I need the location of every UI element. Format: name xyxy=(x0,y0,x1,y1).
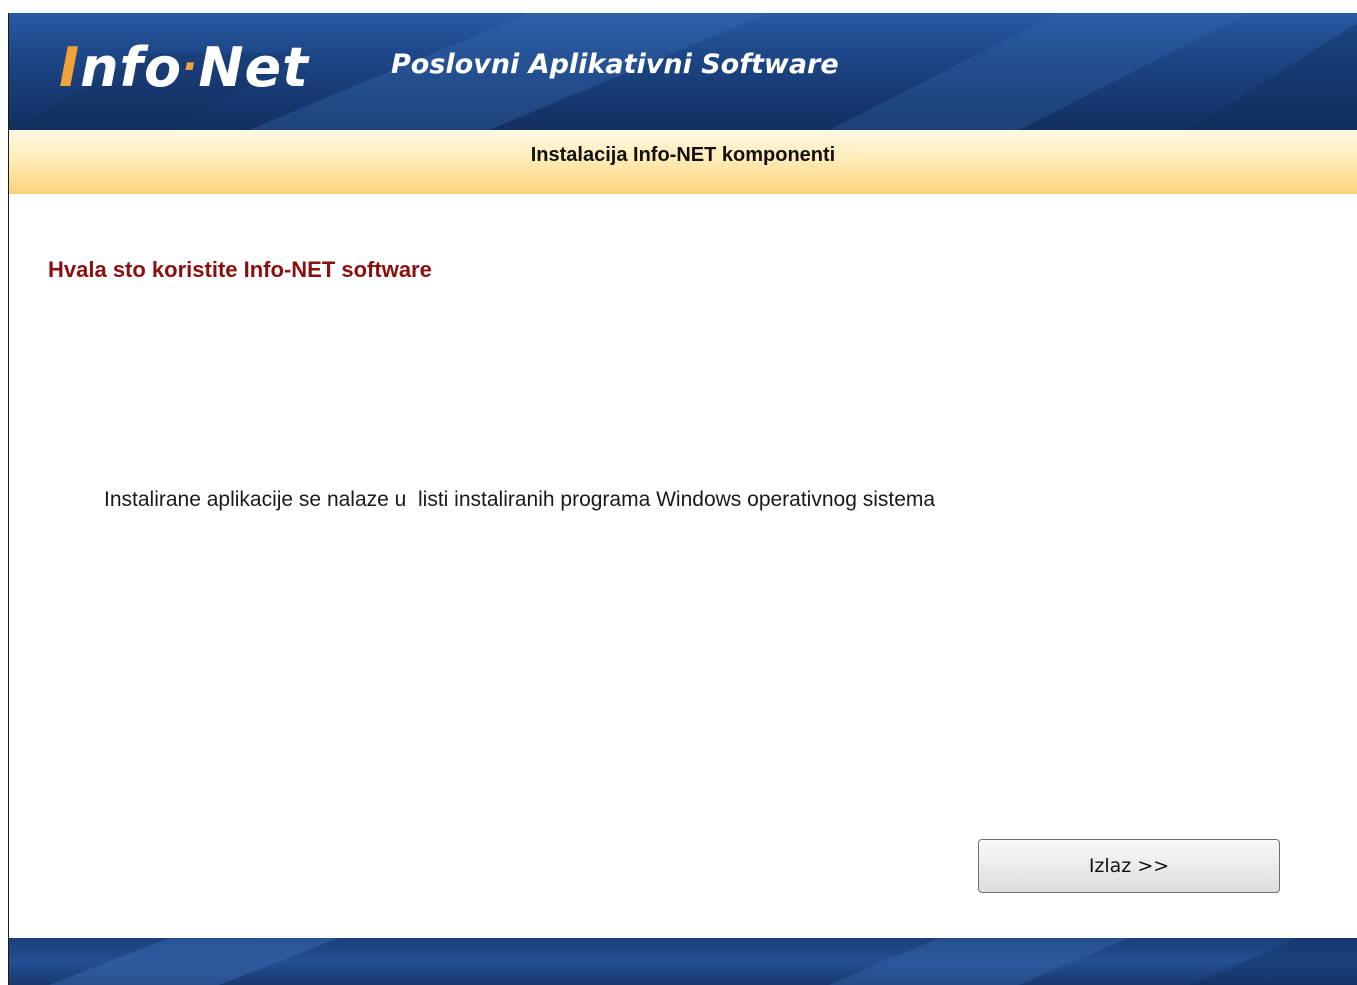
footer-banner xyxy=(9,938,1357,985)
header-tagline: Poslovni Aplikativni Software xyxy=(391,49,839,80)
logo-dot: · xyxy=(182,44,199,90)
main-content: Hvala sto koristite Info-NET software In… xyxy=(10,194,1357,938)
window-frame-top xyxy=(0,0,1357,13)
installer-window: Info·Net Poslovni Aplikativni Software I… xyxy=(0,0,1357,985)
header-banner: Info·Net Poslovni Aplikativni Software xyxy=(9,13,1357,130)
footer-sheen-decoration xyxy=(49,938,1357,985)
logo-initial: I xyxy=(59,36,81,99)
thanks-heading: Hvala sto koristite Info-NET software xyxy=(48,257,432,282)
exit-button[interactable]: Izlaz >> xyxy=(978,839,1280,893)
page-title: Instalacija Info-NET komponenti xyxy=(530,144,836,166)
title-band: Instalacija Info-NET komponenti xyxy=(9,130,1357,194)
logo-text-part2: Net xyxy=(198,36,309,99)
window-frame-left xyxy=(0,13,9,985)
info-message: Instalirane aplikacije se nalaze u listi… xyxy=(104,488,936,511)
logo-text-part1: nfo xyxy=(80,36,183,99)
info-net-logo: Info·Net xyxy=(59,27,309,107)
